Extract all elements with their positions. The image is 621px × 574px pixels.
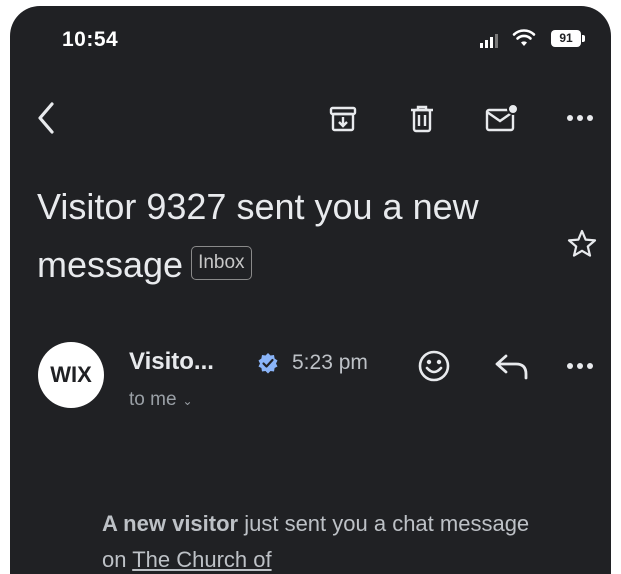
more-horizontal-icon[interactable]: [566, 114, 594, 122]
sender-name[interactable]: Visito...: [129, 348, 214, 376]
emoji-reaction-icon[interactable]: [416, 348, 452, 384]
inbox-label-badge[interactable]: Inbox: [191, 246, 252, 281]
status-time: 10:54: [62, 28, 119, 51]
battery-nub: [582, 35, 585, 42]
recipient-toggle[interactable]: to me ⌄: [129, 389, 193, 411]
status-bar: 10:54 91: [10, 6, 611, 66]
verified-badge-icon: [258, 353, 278, 374]
body-link[interactable]: The Church of: [132, 547, 271, 572]
email-subject-text: Visitor 9327 sent you a new message: [37, 186, 479, 285]
wifi-icon: [512, 29, 536, 46]
chevron-left-icon[interactable]: [36, 101, 56, 135]
signal-icon: [480, 34, 498, 48]
battery-icon: 91: [551, 30, 581, 47]
more-horizontal-icon[interactable]: [566, 362, 594, 370]
star-icon[interactable]: [566, 228, 598, 260]
mail-unread-icon[interactable]: [484, 102, 520, 134]
trash-icon[interactable]: [408, 104, 436, 134]
archive-icon[interactable]: [328, 104, 358, 134]
message-time: 5:23 pm: [292, 351, 368, 374]
reply-icon[interactable]: [494, 352, 530, 382]
chevron-down-icon: ⌄: [182, 394, 193, 408]
sender-avatar[interactable]: WIX: [38, 342, 104, 408]
email-body: A new visitor just sent you a chat messa…: [102, 506, 532, 574]
email-subject: Visitor 9327 sent you a new message Inbox: [37, 178, 537, 294]
recipient-text: to me: [129, 389, 177, 410]
email-screen: 10:54 91 Visitor 9327 sent you a new mes…: [10, 6, 611, 574]
body-bold-lead: A new visitor: [102, 511, 239, 536]
